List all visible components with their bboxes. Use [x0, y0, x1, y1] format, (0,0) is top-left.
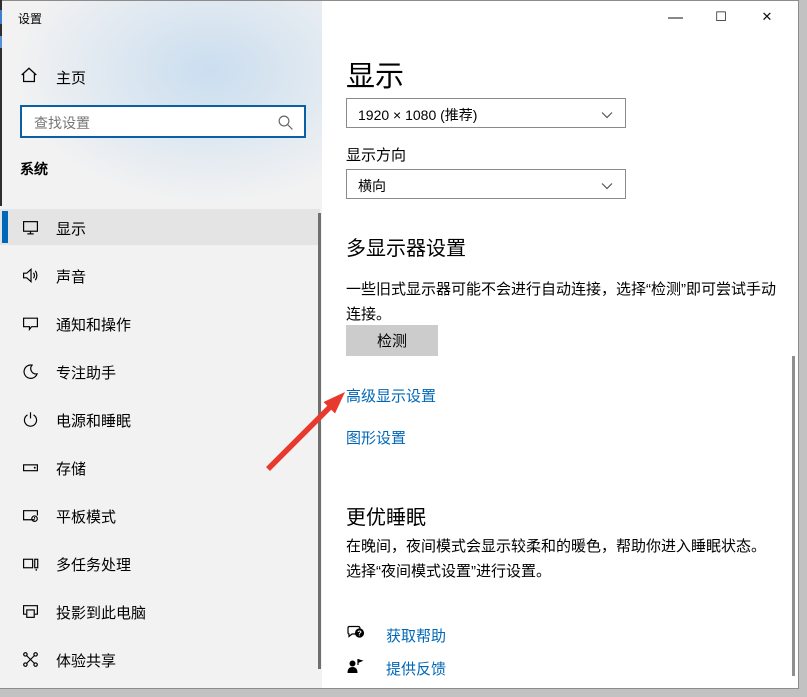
home-icon — [20, 66, 38, 84]
resolution-value: 1920 × 1080 (推荐) — [358, 105, 477, 125]
graphics-settings-link[interactable]: 图形设置 — [346, 427, 406, 448]
resolution-dropdown[interactable]: 1920 × 1080 (推荐) — [346, 98, 626, 128]
sidebar-item-label: 通知和操作 — [56, 314, 131, 335]
help-bubble-icon: ? — [346, 624, 366, 644]
chevron-down-icon — [601, 182, 613, 190]
background-window-edge-blue — [0, 10, 2, 24]
sleep-description: 在晚间，夜间模式会显示较柔和的暖色，帮助你进入睡眠状态。 选择“夜间模式设置”进… — [346, 534, 780, 584]
maximize-button[interactable]: ☐ — [698, 1, 744, 33]
sidebar-item-power-sleep[interactable]: 电源和睡眠 — [0, 401, 320, 437]
get-help-link[interactable]: 获取帮助 — [386, 625, 446, 646]
minimize-button[interactable]: — — [652, 1, 698, 33]
sidebar-item-label: 专注助手 — [56, 362, 116, 383]
sidebar-item-label: 体验共享 — [56, 650, 116, 671]
shared-experiences-icon — [22, 651, 39, 668]
search-box — [20, 105, 306, 138]
sidebar-item-notifications[interactable]: 通知和操作 — [0, 305, 320, 341]
selected-accent-bar — [2, 211, 8, 243]
window-title: 设置 — [18, 10, 42, 27]
sidebar-item-label: 投影到此电脑 — [56, 602, 146, 623]
background-window-edge-blue — [0, 36, 2, 48]
background-window-edge — [0, 0, 2, 206]
system-section-header: 系统 — [20, 159, 48, 179]
detect-button[interactable]: 检测 — [346, 325, 438, 356]
feedback-row[interactable]: 提供反馈 — [346, 656, 646, 680]
feedback-person-icon — [346, 657, 366, 677]
sidebar-item-label: 存储 — [56, 458, 86, 479]
search-input[interactable] — [32, 110, 276, 136]
settings-window: 主页 系统 显示 — [0, 0, 799, 689]
get-help-row[interactable]: ? 获取帮助 — [346, 623, 646, 647]
multi-display-description: 一些旧式显示器可能不会进行自动连接，选择“检测”即可尝试手动连接。 — [346, 277, 780, 327]
home-label: 主页 — [56, 67, 86, 88]
main-scrollbar-thumb[interactable] — [792, 356, 795, 676]
sidebar-item-label: 显示 — [56, 218, 86, 239]
sleep-section-title: 更优睡眠 — [346, 501, 426, 530]
multitasking-icon — [22, 555, 39, 572]
display-icon — [22, 219, 39, 236]
screenshot-stage: 主页 系统 显示 — [0, 0, 807, 697]
sidebar-item-label: 声音 — [56, 266, 86, 287]
title-bar: 设置 — ☐ ✕ — [0, 1, 798, 33]
power-icon — [22, 411, 39, 428]
projecting-icon — [22, 603, 39, 620]
sidebar-item-shared-experiences[interactable]: 体验共享 — [0, 641, 320, 677]
feedback-link[interactable]: 提供反馈 — [386, 658, 446, 679]
search-icon[interactable] — [277, 114, 294, 131]
page-title: 显示 — [346, 53, 404, 95]
orientation-value: 横向 — [358, 176, 386, 196]
sidebar-item-home[interactable]: 主页 — [0, 61, 322, 93]
close-button[interactable]: ✕ — [744, 1, 790, 33]
multi-display-section-title: 多显示器设置 — [346, 232, 466, 261]
sound-icon — [22, 267, 39, 284]
sidebar-item-label: 电源和睡眠 — [56, 410, 131, 431]
orientation-label: 显示方向 — [346, 144, 406, 165]
sidebar-item-label: 多任务处理 — [56, 554, 131, 575]
moon-icon — [22, 363, 39, 380]
sidebar-item-tablet-mode[interactable]: 平板模式 — [0, 497, 320, 533]
storage-icon — [22, 459, 39, 476]
sidebar-item-label: 平板模式 — [56, 506, 116, 527]
advanced-display-settings-link[interactable]: 高级显示设置 — [346, 385, 436, 406]
sidebar-scrollbar-thumb[interactable] — [318, 213, 321, 669]
chevron-down-icon — [601, 111, 613, 119]
sidebar-item-focus-assist[interactable]: 专注助手 — [0, 353, 320, 389]
sidebar-item-sound[interactable]: 声音 — [0, 257, 320, 293]
tablet-mode-icon — [22, 507, 39, 524]
sidebar-item-multitasking[interactable]: 多任务处理 — [0, 545, 320, 581]
orientation-dropdown[interactable]: 横向 — [346, 169, 626, 199]
sidebar-item-storage[interactable]: 存储 — [0, 449, 320, 485]
display-settings-pane: 显示 1920 × 1080 (推荐) 显示方向 横向 多显示器设置 — [322, 1, 798, 688]
sidebar-item-display[interactable]: 显示 — [0, 209, 320, 245]
sidebar-item-projecting[interactable]: 投影到此电脑 — [0, 593, 320, 629]
window-controls: — ☐ ✕ — [652, 1, 790, 33]
sidebar: 主页 系统 显示 — [0, 1, 322, 688]
notifications-icon — [22, 315, 39, 332]
svg-text:?: ? — [357, 629, 362, 638]
